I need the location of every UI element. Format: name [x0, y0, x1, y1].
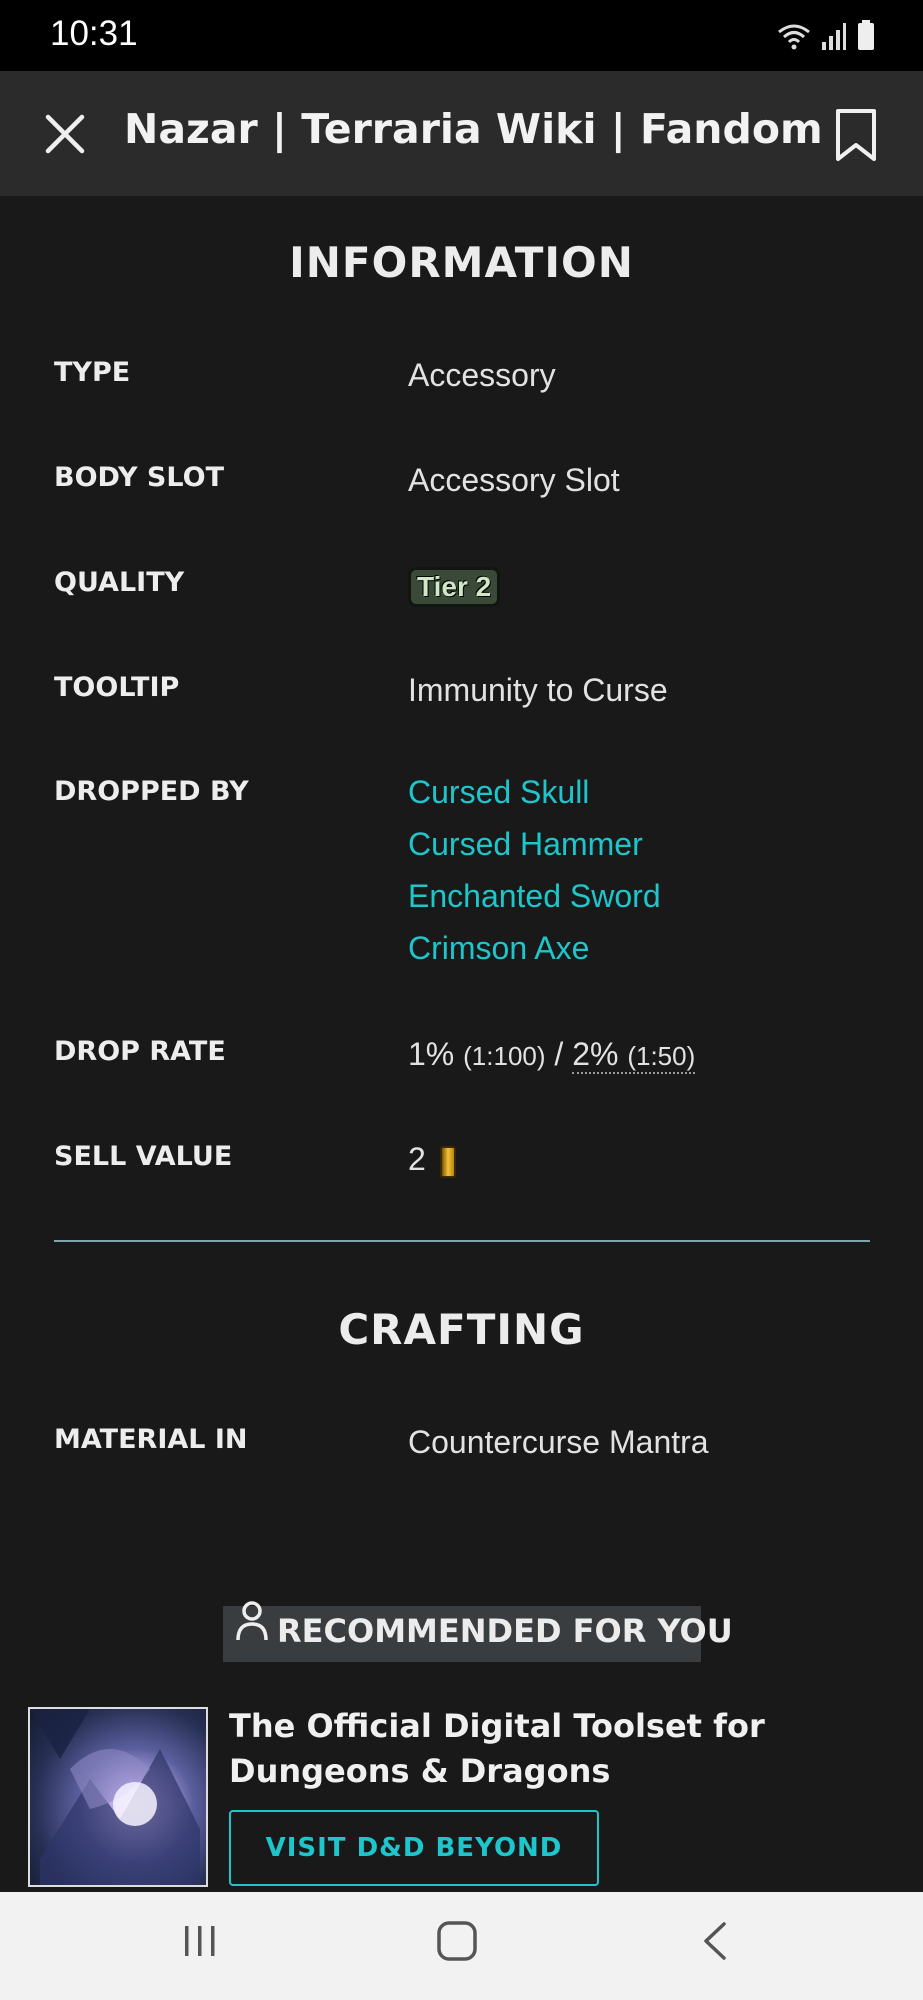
type-label: TYPE	[54, 357, 131, 388]
drop-rate-value: 1% (1:100) / 2% (1:50)	[408, 1036, 696, 1074]
dropped-by-link-enchanted-sword[interactable]: Enchanted Sword	[408, 870, 661, 922]
section-divider	[54, 1240, 870, 1242]
recommended-header: RECOMMENDED FOR YOU	[223, 1601, 733, 1662]
body-slot-value: Accessory Slot	[408, 462, 620, 498]
body-slot-label: BODY SLOT	[54, 462, 224, 493]
gold-coin-icon	[439, 1145, 456, 1178]
recent-apps-icon[interactable]	[182, 1920, 218, 1960]
close-icon[interactable]	[42, 111, 88, 157]
dropped-by-link-cursed-hammer[interactable]: Cursed Hammer	[408, 818, 661, 870]
tooltip-value: Immunity to Curse	[408, 672, 668, 708]
information-heading: INFORMATION	[289, 238, 634, 287]
dropped-by-label: DROPPED BY	[54, 776, 249, 807]
material-in-link[interactable]: Countercurse Mantra	[408, 1424, 709, 1461]
dragon-art-icon	[30, 1709, 200, 1885]
recommended-heading: RECOMMENDED FOR YOU	[277, 1612, 733, 1650]
quality-label: QUALITY	[54, 567, 185, 598]
drop-rate-label: DROP RATE	[54, 1036, 226, 1067]
sell-value-label: SELL VALUE	[54, 1141, 233, 1172]
dropped-by-link-cursed-skull[interactable]: Cursed Skull	[408, 766, 661, 818]
promo-title[interactable]: The Official Digital Toolset for Dungeon…	[229, 1704, 899, 1794]
drop-rate-separator: /	[554, 1036, 564, 1072]
drop-rate-primary-ratio: (1:100)	[463, 1041, 546, 1071]
status-bar: 10:31	[0, 0, 923, 71]
drop-rate-primary: 1%	[408, 1036, 455, 1072]
visit-dnd-beyond-button[interactable]: VISIT D&D BEYOND	[229, 1810, 599, 1886]
battery-icon	[858, 20, 874, 50]
drop-rate-secondary: 2%	[572, 1036, 619, 1072]
dropped-by-list: Cursed Skull Cursed Hammer Enchanted Swo…	[408, 766, 661, 974]
status-time: 10:31	[50, 14, 138, 53]
system-nav-bar	[0, 1892, 923, 2000]
back-icon[interactable]	[700, 1920, 730, 1962]
quality-value: Tier 2	[408, 567, 501, 607]
sell-value: 2	[408, 1141, 456, 1178]
page-title: Nazar | Terraria Wiki | Fandom	[124, 105, 823, 153]
sell-value-amount: 2	[408, 1141, 426, 1177]
material-in-label: MATERIAL IN	[54, 1424, 248, 1455]
home-icon[interactable]	[436, 1920, 478, 1962]
signal-icon	[822, 23, 846, 50]
app-bar: Nazar | Terraria Wiki | Fandom	[0, 71, 923, 196]
status-icons	[777, 20, 875, 50]
type-link[interactable]: Accessory	[408, 357, 556, 394]
crafting-heading: CRAFTING	[338, 1305, 585, 1354]
wifi-icon	[778, 24, 810, 50]
drop-rate-secondary-ratio: (1:50)	[627, 1041, 696, 1071]
bookmark-icon[interactable]	[833, 107, 879, 163]
promo-image[interactable]	[28, 1707, 208, 1887]
person-icon	[236, 1601, 268, 1641]
drop-rate-secondary-group[interactable]: 2% (1:50)	[572, 1036, 696, 1074]
tooltip-label: TOOLTIP	[54, 672, 180, 703]
dropped-by-link-crimson-axe[interactable]: Crimson Axe	[408, 922, 661, 974]
tier-badge: Tier 2	[408, 567, 501, 607]
